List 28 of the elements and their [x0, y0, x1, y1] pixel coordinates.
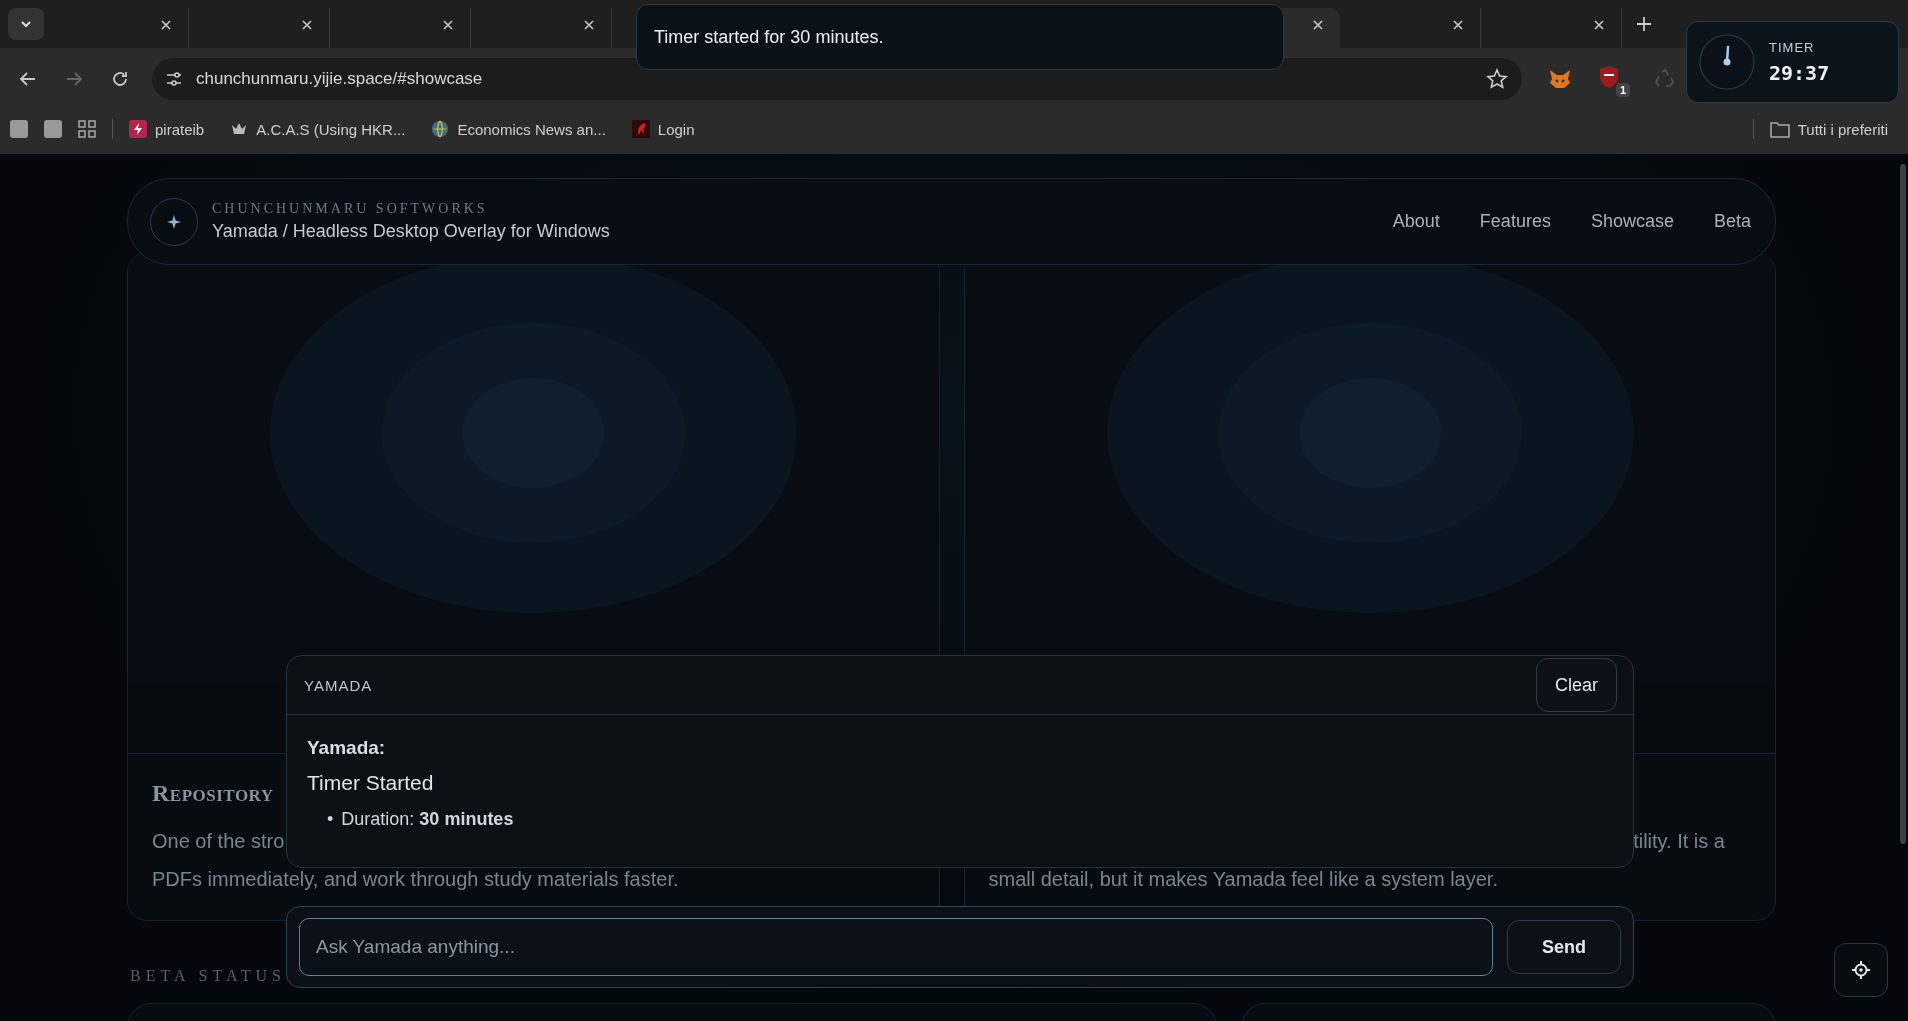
card-title: Repository	[152, 780, 274, 806]
nav-link[interactable]: Showcase	[1590, 211, 1674, 232]
brand-name: CHUNCHUNMARU SOFTWORKS	[212, 201, 489, 217]
all-bookmarks-link[interactable]: Tutti i preferiti	[1769, 120, 1888, 138]
bookmark-link[interactable]: A.C.A.S (Using HKR...	[230, 120, 406, 138]
clear-button[interactable]: Clear	[1536, 658, 1617, 712]
card-text: PDFs immediately, and work through study materials faster.	[152, 868, 679, 890]
card-text: One of the stro	[152, 830, 285, 852]
toast-message: Timer started for 30 minutes.	[654, 26, 884, 48]
bookmark-link[interactable]: Login	[631, 120, 695, 138]
nav-link[interactable]: Beta	[1713, 211, 1751, 232]
message-list-item: Duration: 30 minutes	[341, 809, 514, 829]
message-input[interactable]: Ask Yamada anything...	[299, 918, 1493, 976]
card-text: tility. It is a	[1633, 830, 1725, 852]
send-button[interactable]: Send	[1507, 920, 1621, 974]
chat-title: YAMADA	[304, 676, 373, 694]
timer-time: 29:37	[1769, 60, 1830, 85]
site-subtitle: Yamada / Headless Desktop Overlay for Windows	[212, 221, 610, 242]
list-bullet: •	[327, 809, 334, 829]
nav-link[interactable]: About	[1392, 211, 1440, 232]
bookmark-link[interactable]: Economics News an...	[431, 120, 606, 138]
section-label: BETA STATUS	[130, 967, 287, 985]
nav-link[interactable]: Features	[1479, 211, 1551, 232]
message-heading: Timer Started	[307, 771, 435, 795]
message-sender: Yamada:	[307, 737, 387, 759]
card-text: small detail, but it makes Yamada feel like a system layer.	[988, 868, 1498, 890]
bookmark-link[interactable]: pirateib	[129, 120, 205, 138]
timer-label: TIMER	[1769, 39, 1816, 55]
